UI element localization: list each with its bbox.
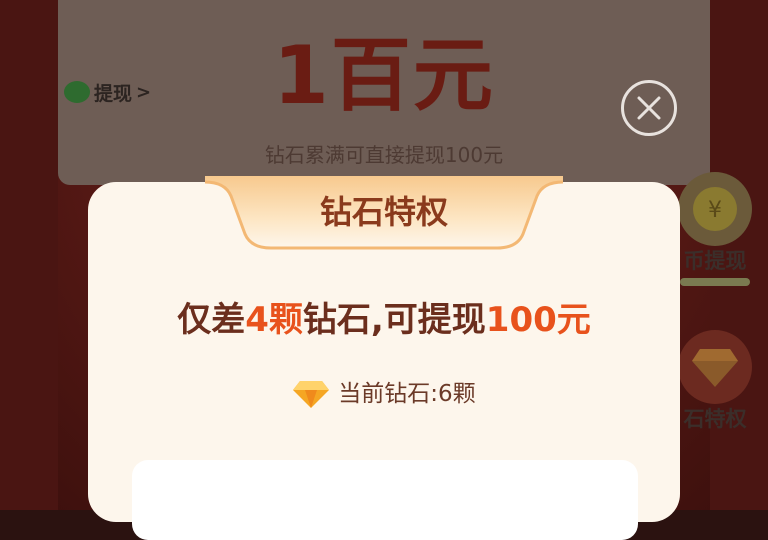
chevron-right-icon: > bbox=[136, 81, 152, 103]
current-diamonds-label: 当前钻石:6颗 bbox=[338, 381, 476, 407]
side-coin-withdraw[interactable]: ¥ 币提现 bbox=[670, 172, 760, 286]
side-coin-label: 币提现 bbox=[683, 249, 747, 273]
modal-title: 钻石特权 bbox=[319, 193, 448, 231]
close-icon bbox=[637, 96, 661, 120]
modal-headline: 仅差4颗钻石,可提现100元 bbox=[88, 296, 680, 344]
headline-mid: 钻石,可提现 bbox=[302, 300, 486, 340]
wechat-icon bbox=[64, 81, 90, 103]
diamond-icon bbox=[678, 330, 752, 404]
side-diamond-label: 石特权 bbox=[683, 407, 747, 431]
coin-icon: ¥ bbox=[678, 172, 752, 246]
side-diamond-privilege[interactable]: 石特权 bbox=[670, 330, 760, 432]
coin-glyph: ¥ bbox=[708, 198, 722, 223]
reward-subtitle: 钻石累满可直接提现100元 bbox=[264, 143, 504, 167]
withdraw-link[interactable]: 提现 > bbox=[64, 76, 151, 108]
withdraw-label: 提现 bbox=[94, 82, 133, 105]
headline-prefix: 仅差 bbox=[177, 300, 246, 340]
modal-inner-card bbox=[132, 460, 638, 540]
diamond-icon bbox=[293, 381, 330, 408]
headline-amount: 100元 bbox=[485, 300, 591, 340]
close-button[interactable] bbox=[621, 80, 677, 136]
side-coin-bar bbox=[680, 278, 750, 286]
current-diamonds: 当前钻石:6颗 bbox=[88, 378, 680, 410]
headline-count: 4颗 bbox=[245, 300, 303, 340]
